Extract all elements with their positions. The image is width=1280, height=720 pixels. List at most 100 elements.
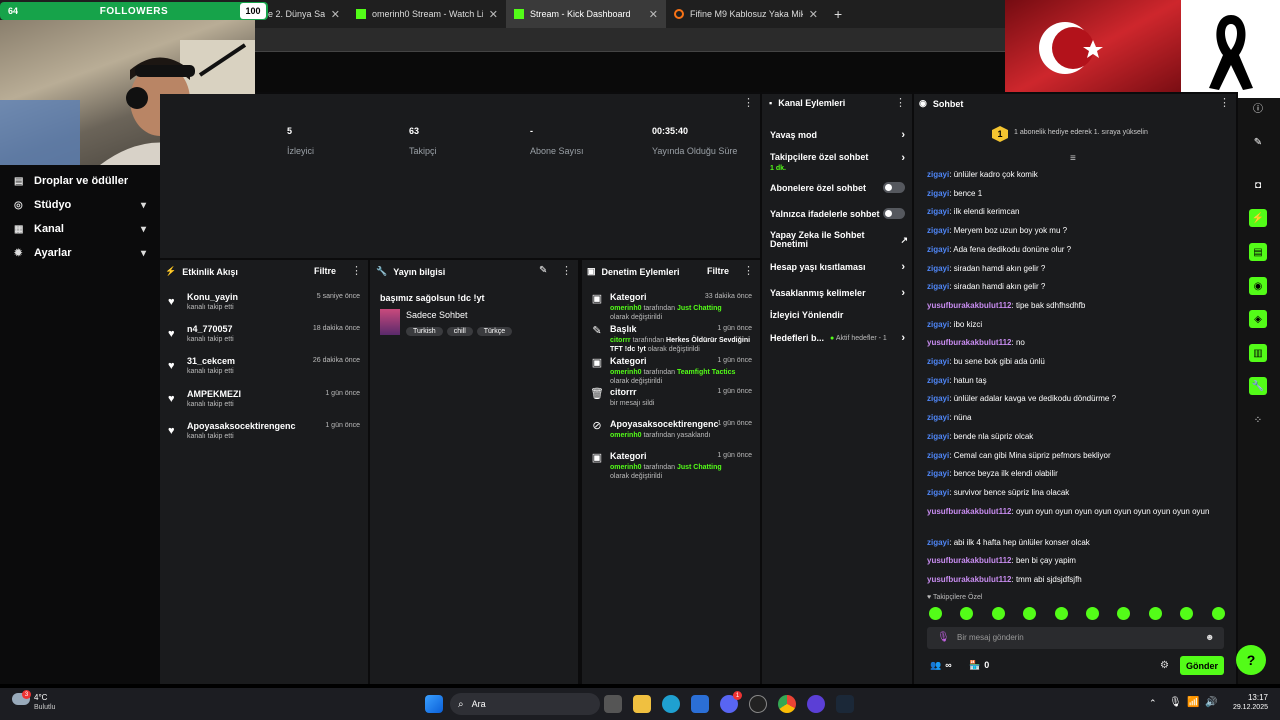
chat-username[interactable]: zigayi	[927, 432, 949, 441]
moderation-actor[interactable]: omerinh0	[610, 464, 642, 471]
chat-username[interactable]: zigayi	[927, 282, 949, 291]
support-chat-icon[interactable]: ?	[1236, 645, 1266, 675]
windows-start-icon[interactable]	[425, 695, 443, 713]
microphone-icon[interactable]: 🎙	[937, 632, 950, 643]
task-view-icon[interactable]	[604, 695, 622, 713]
activity-row[interactable]: ♥ n4_770057 kanalı takip etti 18 dakika önc…	[168, 324, 360, 354]
moderation-actor[interactable]: omerinh0	[610, 369, 642, 376]
age-restriction-row[interactable]: Hesap yaşı kısıtlaması ›	[770, 261, 905, 273]
chat-username[interactable]: zigayi	[927, 245, 949, 254]
banned-words-row[interactable]: Yasaklanmış kelimeler ›	[770, 287, 905, 299]
chat-username[interactable]: zigayi	[927, 264, 949, 273]
weather-desc[interactable]: Bulutlu	[34, 704, 55, 711]
more-options-icon[interactable]: ⋮	[895, 98, 906, 109]
chat-username[interactable]: yusufburakakbulut112	[927, 507, 1011, 516]
app-icon[interactable]	[807, 695, 825, 713]
tag[interactable]: chill	[446, 327, 473, 336]
chat-username[interactable]: zigayi	[927, 451, 949, 460]
sidebar-item-drops[interactable]: ▤ Droplar ve ödüller	[14, 173, 146, 189]
clock-time[interactable]: 13:17	[1228, 693, 1268, 702]
activity-username[interactable]: Konu_yayin	[187, 292, 238, 302]
edit-icon[interactable]: ✎	[539, 265, 547, 276]
subs-only-row[interactable]: Abonelere özel sohbet	[770, 182, 905, 193]
lightning-icon[interactable]: ⚡	[1249, 209, 1267, 227]
chat-username[interactable]: zigayi	[927, 207, 949, 216]
emote-icon[interactable]	[929, 607, 942, 620]
close-icon[interactable]: ✕	[489, 8, 498, 21]
viewer-points[interactable]: 👥 ∞	[930, 660, 952, 671]
emotes-only-toggle[interactable]	[883, 208, 905, 219]
moderation-actor[interactable]: omerinh0	[610, 432, 642, 439]
taskbar-search[interactable]: ⌕ Ara	[450, 693, 600, 715]
more-options-icon[interactable]: ⋮	[1219, 98, 1230, 109]
browser-tab[interactable]: Fifine M9 Kablosuz Yaka Mikrofonu ✕	[666, 0, 826, 28]
activity-username[interactable]: Apoyasaksocektirengenc	[187, 421, 296, 431]
chat-username[interactable]: yusufburakakbulut112	[927, 301, 1011, 310]
pencil-icon[interactable]: ✎	[1249, 133, 1267, 151]
ai-moderation-row[interactable]: Yapay Zeka ile Sohbet Denetimi ↗	[770, 231, 908, 249]
chat-username[interactable]: zigayi	[927, 226, 949, 235]
chat-username[interactable]: zigayi	[927, 320, 949, 329]
channel-points[interactable]: 🏪 0	[969, 660, 989, 671]
info-icon[interactable]: ⓘ	[1249, 98, 1267, 116]
notes-icon[interactable]: ▤	[1249, 243, 1267, 261]
scroll-to-bottom-icon[interactable]: ≡	[1070, 153, 1076, 164]
tag[interactable]: Turkish	[406, 327, 443, 336]
apps-icon[interactable]: ⁘	[1249, 411, 1267, 429]
slow-mode-row[interactable]: Yavaş mod ›	[770, 129, 905, 141]
chat-username[interactable]: yusufburakakbulut112	[927, 575, 1011, 584]
chat-username[interactable]: zigayi	[927, 357, 949, 366]
more-options-icon[interactable]: ⋮	[743, 98, 754, 109]
wifi-icon[interactable]: 📶	[1187, 697, 1199, 708]
sidebar-item-settings[interactable]: ✹ Ayarlar ▾	[14, 245, 146, 261]
activity-username[interactable]: n4_770057	[187, 324, 233, 334]
activity-row[interactable]: ♥ AMPEKMEZI kanalı takip etti 1 gün önce	[168, 389, 360, 419]
activity-username[interactable]: AMPEKMEZI	[187, 389, 241, 399]
more-options-icon[interactable]: ⋮	[561, 266, 572, 277]
tag[interactable]: Türkçe	[476, 327, 513, 336]
chat-username[interactable]: zigayi	[927, 488, 949, 497]
layout-icon[interactable]: ▥	[1249, 344, 1267, 362]
activity-username[interactable]: 31_cekcem	[187, 356, 235, 366]
emotes-only-row[interactable]: Yalnızca ifadelerle sohbet	[770, 208, 905, 219]
send-button[interactable]: Gönder	[1180, 656, 1224, 675]
chat-input[interactable]: 🎙 Bir mesaj gönderin ☻	[927, 627, 1224, 649]
emote-icon[interactable]	[1054, 607, 1068, 620]
sidebar-item-channel[interactable]: ▦ Kanal ▾	[14, 221, 146, 237]
chat-username[interactable]: zigayi	[927, 469, 949, 478]
chat-username[interactable]: zigayi	[927, 376, 949, 385]
app-icon[interactable]	[749, 695, 767, 713]
more-options-icon[interactable]: ⋮	[351, 266, 362, 277]
camera-icon[interactable]: ◘	[1249, 176, 1267, 194]
chrome-icon[interactable]	[778, 695, 796, 713]
activity-filter-button[interactable]: Filtre	[314, 266, 336, 276]
moderation-actor[interactable]: citorrr	[610, 337, 631, 344]
chat-settings-icon[interactable]: ⚙	[1160, 660, 1169, 671]
weather-temp[interactable]: 4°C	[34, 693, 47, 702]
emote-icon[interactable]	[1211, 607, 1225, 620]
emoji-icon[interactable]: ☻	[1205, 632, 1214, 642]
chat-username[interactable]: yusufburakakbulut112	[927, 338, 1011, 347]
emote-icon[interactable]	[1086, 607, 1099, 620]
edge-icon[interactable]	[662, 695, 680, 713]
close-icon[interactable]: ✕	[809, 8, 818, 21]
file-explorer-icon[interactable]	[633, 695, 651, 713]
broadcast-icon[interactable]: ◈	[1249, 310, 1267, 328]
activity-row[interactable]: ♥ Konu_yayin kanalı takip etti 5 saniye önc…	[168, 292, 360, 322]
chat-username[interactable]: zigayi	[927, 538, 949, 547]
chat-username[interactable]: zigayi	[927, 189, 949, 198]
subs-only-toggle[interactable]	[883, 182, 905, 193]
raid-row[interactable]: İzleyici Yönlendir	[770, 310, 905, 320]
chat-username[interactable]: zigayi	[927, 170, 949, 179]
chat-bubble-icon[interactable]: ◉	[1249, 277, 1267, 295]
clock-date[interactable]: 29.12.2025	[1218, 704, 1268, 711]
steam-icon[interactable]	[836, 695, 854, 713]
microphone-icon[interactable]: 🎙	[1169, 697, 1182, 708]
sidebar-item-studio[interactable]: ◎ Stüdyo ▾	[14, 197, 146, 213]
close-icon[interactable]: ✕	[649, 8, 658, 21]
more-options-icon[interactable]: ⋮	[743, 266, 754, 277]
followers-only-row[interactable]: Takipçilere özel sohbet 1 dk. ›	[770, 152, 905, 172]
wrench-icon[interactable]: 🔧	[1249, 377, 1267, 395]
activity-row[interactable]: ♥ 31_cekcem kanalı takip etti 26 dakika önc…	[168, 356, 360, 386]
browser-tab-active[interactable]: Stream - Kick Dashboard ✕	[506, 0, 666, 28]
